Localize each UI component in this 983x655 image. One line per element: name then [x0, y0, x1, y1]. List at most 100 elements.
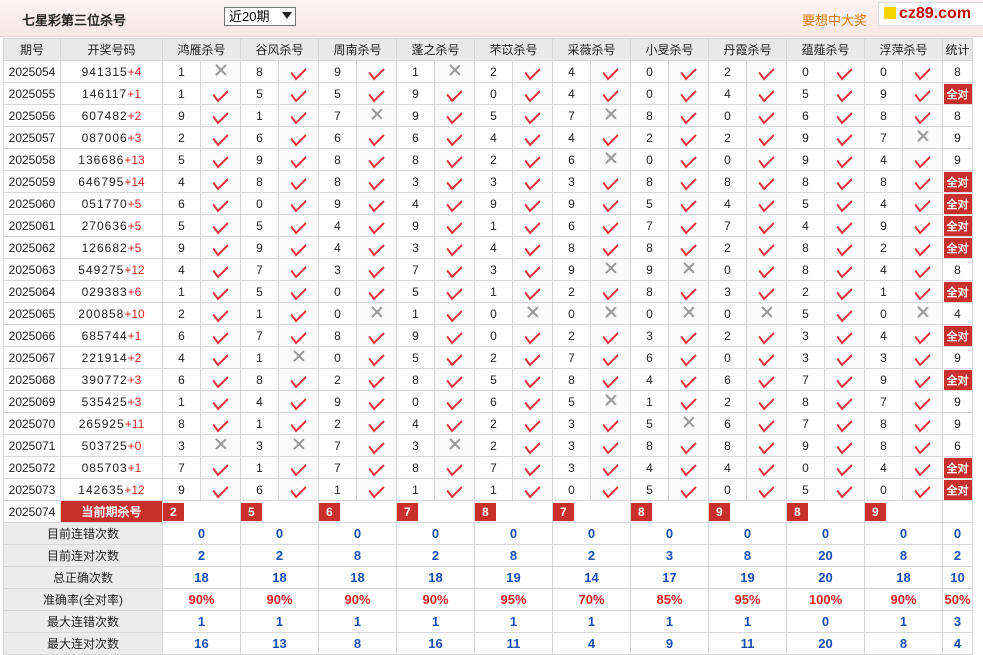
period-cell: 2025062 [3, 236, 61, 259]
stats-value: 3 [942, 610, 973, 633]
cross-icon [761, 306, 773, 318]
check-icon [758, 62, 775, 80]
kill-number: 1 [396, 302, 435, 325]
result-cell [668, 126, 709, 149]
check-icon [524, 106, 541, 124]
result-cell [746, 280, 787, 303]
kill-number: 2 [708, 60, 747, 83]
table-row: 2025057 087006+3 2 6 6 6 4 4 2 2 9 7 9 [3, 126, 973, 149]
kill-number: 5 [552, 390, 591, 413]
check-icon [368, 458, 385, 476]
period-select[interactable]: 近20期 [224, 7, 296, 26]
check-icon [758, 414, 775, 432]
result-cell [356, 478, 397, 501]
kill-number: 4 [162, 258, 201, 281]
check-icon [446, 480, 463, 498]
kill-number: 4 [708, 82, 747, 105]
check-icon [212, 370, 229, 388]
kill-number: 4 [864, 258, 903, 281]
result-cell [668, 60, 709, 83]
result-cell [746, 434, 787, 457]
kill-number: 8 [864, 170, 903, 193]
kill-number: 0 [786, 456, 825, 479]
column-header: 芣苡杀号 [474, 38, 553, 61]
cross-icon [605, 108, 617, 120]
check-icon [368, 172, 385, 190]
draw-digits: 941315 [81, 64, 128, 79]
stats-value: 0 [864, 522, 943, 545]
result-cell [200, 368, 241, 391]
check-icon [680, 62, 697, 80]
kill-number: 7 [552, 104, 591, 127]
stats-value: 13 [240, 632, 319, 655]
stat-cell: 8 [942, 104, 973, 127]
stats-value: 100% [786, 588, 865, 611]
check-icon [446, 194, 463, 212]
check-icon [212, 84, 229, 102]
check-icon [836, 370, 853, 388]
kill-number: 5 [318, 82, 357, 105]
result-cell [434, 192, 475, 215]
stats-value: 85% [630, 588, 709, 611]
check-icon [368, 436, 385, 454]
kill-number: 6 [162, 368, 201, 391]
check-icon [680, 238, 697, 256]
result-cell [278, 148, 319, 171]
result-cell [902, 368, 943, 391]
chevron-down-icon [282, 12, 292, 19]
kill-number: 9 [162, 236, 201, 259]
result-cell [824, 170, 865, 193]
kill-number: 6 [552, 148, 591, 171]
kill-number: 1 [474, 214, 513, 237]
site-logo[interactable]: cz89.com [878, 2, 983, 26]
kill-number: 0 [552, 302, 591, 325]
kill-number: 4 [864, 456, 903, 479]
check-icon [290, 480, 307, 498]
kill-number: 7 [318, 104, 357, 127]
check-icon [524, 172, 541, 190]
kill-number: 2 [162, 302, 201, 325]
kill-number: 3 [396, 434, 435, 457]
current-kill-number: 5 [241, 502, 262, 521]
kill-number: 3 [552, 456, 591, 479]
check-icon [758, 480, 775, 498]
kill-number: 5 [396, 280, 435, 303]
result-cell [590, 258, 631, 281]
draw-number-cell: 029383+6 [60, 280, 163, 303]
kill-number: 6 [240, 478, 279, 501]
result-cell [356, 192, 397, 215]
kill-number: 8 [240, 170, 279, 193]
result-cell [824, 390, 865, 413]
result-cell [356, 82, 397, 105]
stats-value: 8 [474, 544, 553, 567]
check-icon [446, 370, 463, 388]
stat-value: 全对 [943, 215, 972, 236]
check-icon [212, 282, 229, 300]
check-icon [680, 84, 697, 102]
check-icon [524, 480, 541, 498]
draw-sum-diff: +0 [127, 438, 142, 453]
kill-number: 4 [630, 456, 669, 479]
check-icon [524, 84, 541, 102]
check-icon [524, 260, 541, 278]
stats-value: 8 [708, 544, 787, 567]
promo-text[interactable]: 要想中大奖 [802, 10, 867, 29]
result-cell [590, 236, 631, 259]
stats-label: 最大连错次数 [3, 610, 163, 633]
check-icon [290, 282, 307, 300]
stat-value: 8 [954, 262, 961, 277]
result-cell [746, 368, 787, 391]
table-row: 2025072 085703+1 7 1 7 8 7 3 4 4 0 4 全对 [3, 456, 973, 479]
check-icon [758, 436, 775, 454]
check-icon [446, 282, 463, 300]
stats-value: 1 [708, 610, 787, 633]
kill-number: 0 [552, 478, 591, 501]
kill-number: 0 [786, 60, 825, 83]
result-cell [512, 390, 553, 413]
kill-number: 7 [318, 434, 357, 457]
draw-digits: 142635 [78, 482, 125, 497]
period-cell: 2025068 [3, 368, 61, 391]
result-cell [278, 390, 319, 413]
column-header: 统计 [942, 38, 973, 61]
kill-number: 3 [396, 170, 435, 193]
